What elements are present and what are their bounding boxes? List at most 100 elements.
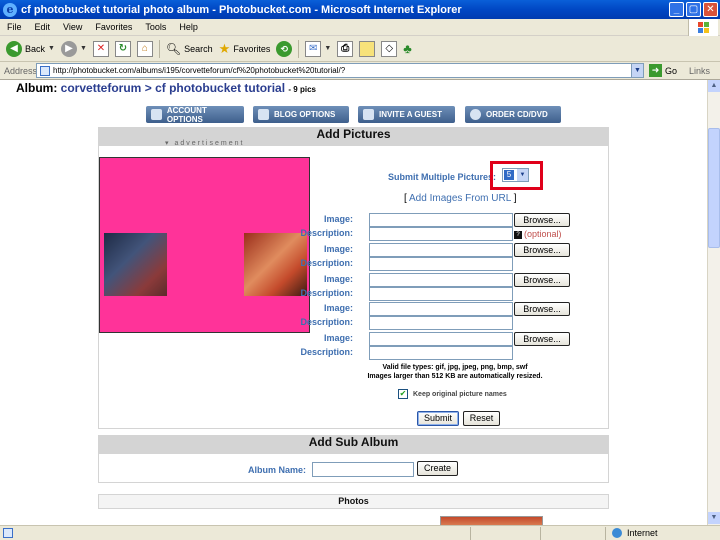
add-url-bracket-open: [ xyxy=(404,193,407,204)
back-button[interactable]: ◀ Back ▼ xyxy=(6,40,55,57)
blog-icon xyxy=(258,109,269,120)
image-file-input-5[interactable] xyxy=(369,332,513,346)
image-file-input-4[interactable] xyxy=(369,302,513,316)
breadcrumb-separator: > xyxy=(144,81,152,95)
description-input-2[interactable] xyxy=(369,257,513,271)
maximize-button[interactable]: ▢ xyxy=(686,2,701,17)
address-input[interactable]: http://photobucket.com/albums/i195/corve… xyxy=(36,63,644,78)
scroll-down-icon[interactable]: ▼ xyxy=(708,512,720,524)
mail-button[interactable]: ✉ ▼ xyxy=(305,40,331,57)
pic-count: - 9 pics xyxy=(288,85,316,94)
favorites-button[interactable]: ★ Favorites xyxy=(219,41,271,57)
menu-file[interactable]: File xyxy=(7,22,22,32)
refresh-icon: ↻ xyxy=(114,40,131,57)
advertisement-banner[interactable] xyxy=(99,157,310,333)
description-label-3: Description: xyxy=(300,288,353,298)
menu-tools[interactable]: Tools xyxy=(145,22,166,32)
windows-flag-icon xyxy=(688,19,718,36)
forward-arrow-icon: ▶ xyxy=(60,40,77,57)
help-icon[interactable]: ? xyxy=(514,230,522,239)
description-input-1[interactable] xyxy=(369,227,513,241)
close-button[interactable]: ✕ xyxy=(703,2,718,17)
optional-text: (optional) xyxy=(524,229,562,239)
edit-button[interactable] xyxy=(359,40,376,57)
vertical-scrollbar[interactable]: ▲ ▼ xyxy=(707,80,720,525)
album-prefix: Album: xyxy=(16,81,58,95)
submit-button[interactable]: Submit xyxy=(417,411,459,426)
image-file-input-3[interactable] xyxy=(369,273,513,287)
back-label: Back xyxy=(25,43,46,54)
home-button[interactable]: ⌂ xyxy=(136,40,153,57)
minimize-button[interactable]: _ xyxy=(669,2,684,17)
forward-dropdown-icon[interactable]: ▼ xyxy=(80,45,87,52)
breadcrumb-album-link[interactable]: cf photobucket tutorial xyxy=(155,81,285,95)
blog-options-button[interactable]: BLOG OPTIONS xyxy=(253,106,349,123)
menu-bar: File Edit View Favorites Tools Help xyxy=(0,19,720,36)
add-from-url: [ Add Images From URL ] xyxy=(404,193,516,204)
windows-logo-icon xyxy=(698,22,709,33)
globe-icon xyxy=(612,528,622,538)
create-button[interactable]: Create xyxy=(417,461,458,476)
account-icon xyxy=(151,109,162,120)
links-button[interactable]: Links xyxy=(689,66,710,76)
history-button[interactable]: ⟲ xyxy=(276,40,293,57)
browse-button-2[interactable]: Browse... xyxy=(514,243,570,257)
browse-button-3[interactable]: Browse... xyxy=(514,273,570,287)
history-icon: ⟲ xyxy=(276,40,293,57)
image-label-5: Image: xyxy=(323,333,353,343)
advertisement-label: ▾ advertisement xyxy=(165,139,244,147)
keep-names-checkbox[interactable]: ✔ xyxy=(398,389,408,399)
browse-button-5[interactable]: Browse... xyxy=(514,332,570,346)
mail-dropdown-icon[interactable]: ▼ xyxy=(324,45,331,52)
description-input-3[interactable] xyxy=(369,287,513,301)
menu-help[interactable]: Help xyxy=(179,22,198,32)
image-file-input-2[interactable] xyxy=(369,243,513,257)
reset-button[interactable]: Reset xyxy=(463,411,500,426)
invite-guest-button[interactable]: INVITE A GUEST xyxy=(358,106,455,123)
keep-names-option: ✔ Keep original picture names xyxy=(398,389,507,399)
search-button[interactable]: 🔍︎ Search xyxy=(166,42,213,56)
ad-photo-right xyxy=(244,233,307,296)
forward-button[interactable]: ▶ ▼ xyxy=(60,40,87,57)
scroll-up-icon[interactable]: ▲ xyxy=(708,80,720,92)
submit-multiple-label: Submit Multiple Pictures: xyxy=(388,172,497,182)
menu-view[interactable]: View xyxy=(63,22,82,32)
breadcrumb-root-link[interactable]: corvetteforum xyxy=(61,81,142,95)
valid-file-types-note: Valid file types: gif, jpg, jpeg, png, b… xyxy=(300,363,610,381)
highlight-annotation xyxy=(490,161,543,190)
image-file-input-1[interactable] xyxy=(369,213,513,227)
invite-guest-label: INVITE A GUEST xyxy=(379,110,442,119)
photo-thumbnail[interactable] xyxy=(440,516,543,525)
discuss-button[interactable]: ◇ xyxy=(381,40,398,57)
status-divider xyxy=(540,527,541,540)
page-icon xyxy=(40,65,50,76)
order-cd-button[interactable]: ORDER CD/DVD xyxy=(465,106,561,123)
photos-heading: Photos xyxy=(98,494,609,509)
add-images-from-url-link[interactable]: Add Images From URL xyxy=(409,193,511,204)
description-label-1: Description: xyxy=(300,228,353,238)
album-breadcrumb: Album: corvetteforum > cf photobucket tu… xyxy=(16,81,316,95)
menu-favorites[interactable]: Favorites xyxy=(95,22,132,32)
scroll-thumb[interactable] xyxy=(708,128,720,248)
print-button[interactable]: ⎙ xyxy=(337,40,354,57)
ie-logo-icon: e xyxy=(3,2,17,17)
toolbar-divider xyxy=(158,39,160,58)
messenger-icon: ♣ xyxy=(403,41,412,56)
browse-button-1[interactable]: Browse... xyxy=(514,213,570,227)
go-button[interactable]: ➜ Go xyxy=(649,64,677,77)
refresh-button[interactable]: ↻ xyxy=(114,40,131,57)
address-dropdown-icon[interactable]: ▼ xyxy=(631,64,643,77)
back-dropdown-icon[interactable]: ▼ xyxy=(48,45,55,52)
image-label-2: Image: xyxy=(323,244,353,254)
messenger-button[interactable]: ♣ xyxy=(403,41,412,56)
stop-button[interactable]: ✕ xyxy=(92,40,109,57)
add-sub-album-heading: Add Sub Album xyxy=(98,435,609,453)
image-label-1: Image: xyxy=(323,214,353,224)
browse-button-4[interactable]: Browse... xyxy=(514,302,570,316)
album-name-input[interactable] xyxy=(312,462,414,477)
mail-icon: ✉ xyxy=(305,40,322,57)
description-input-4[interactable] xyxy=(369,316,513,330)
account-options-button[interactable]: ACCOUNT OPTIONS xyxy=(146,106,244,124)
menu-edit[interactable]: Edit xyxy=(35,22,51,32)
description-input-5[interactable] xyxy=(369,346,513,360)
